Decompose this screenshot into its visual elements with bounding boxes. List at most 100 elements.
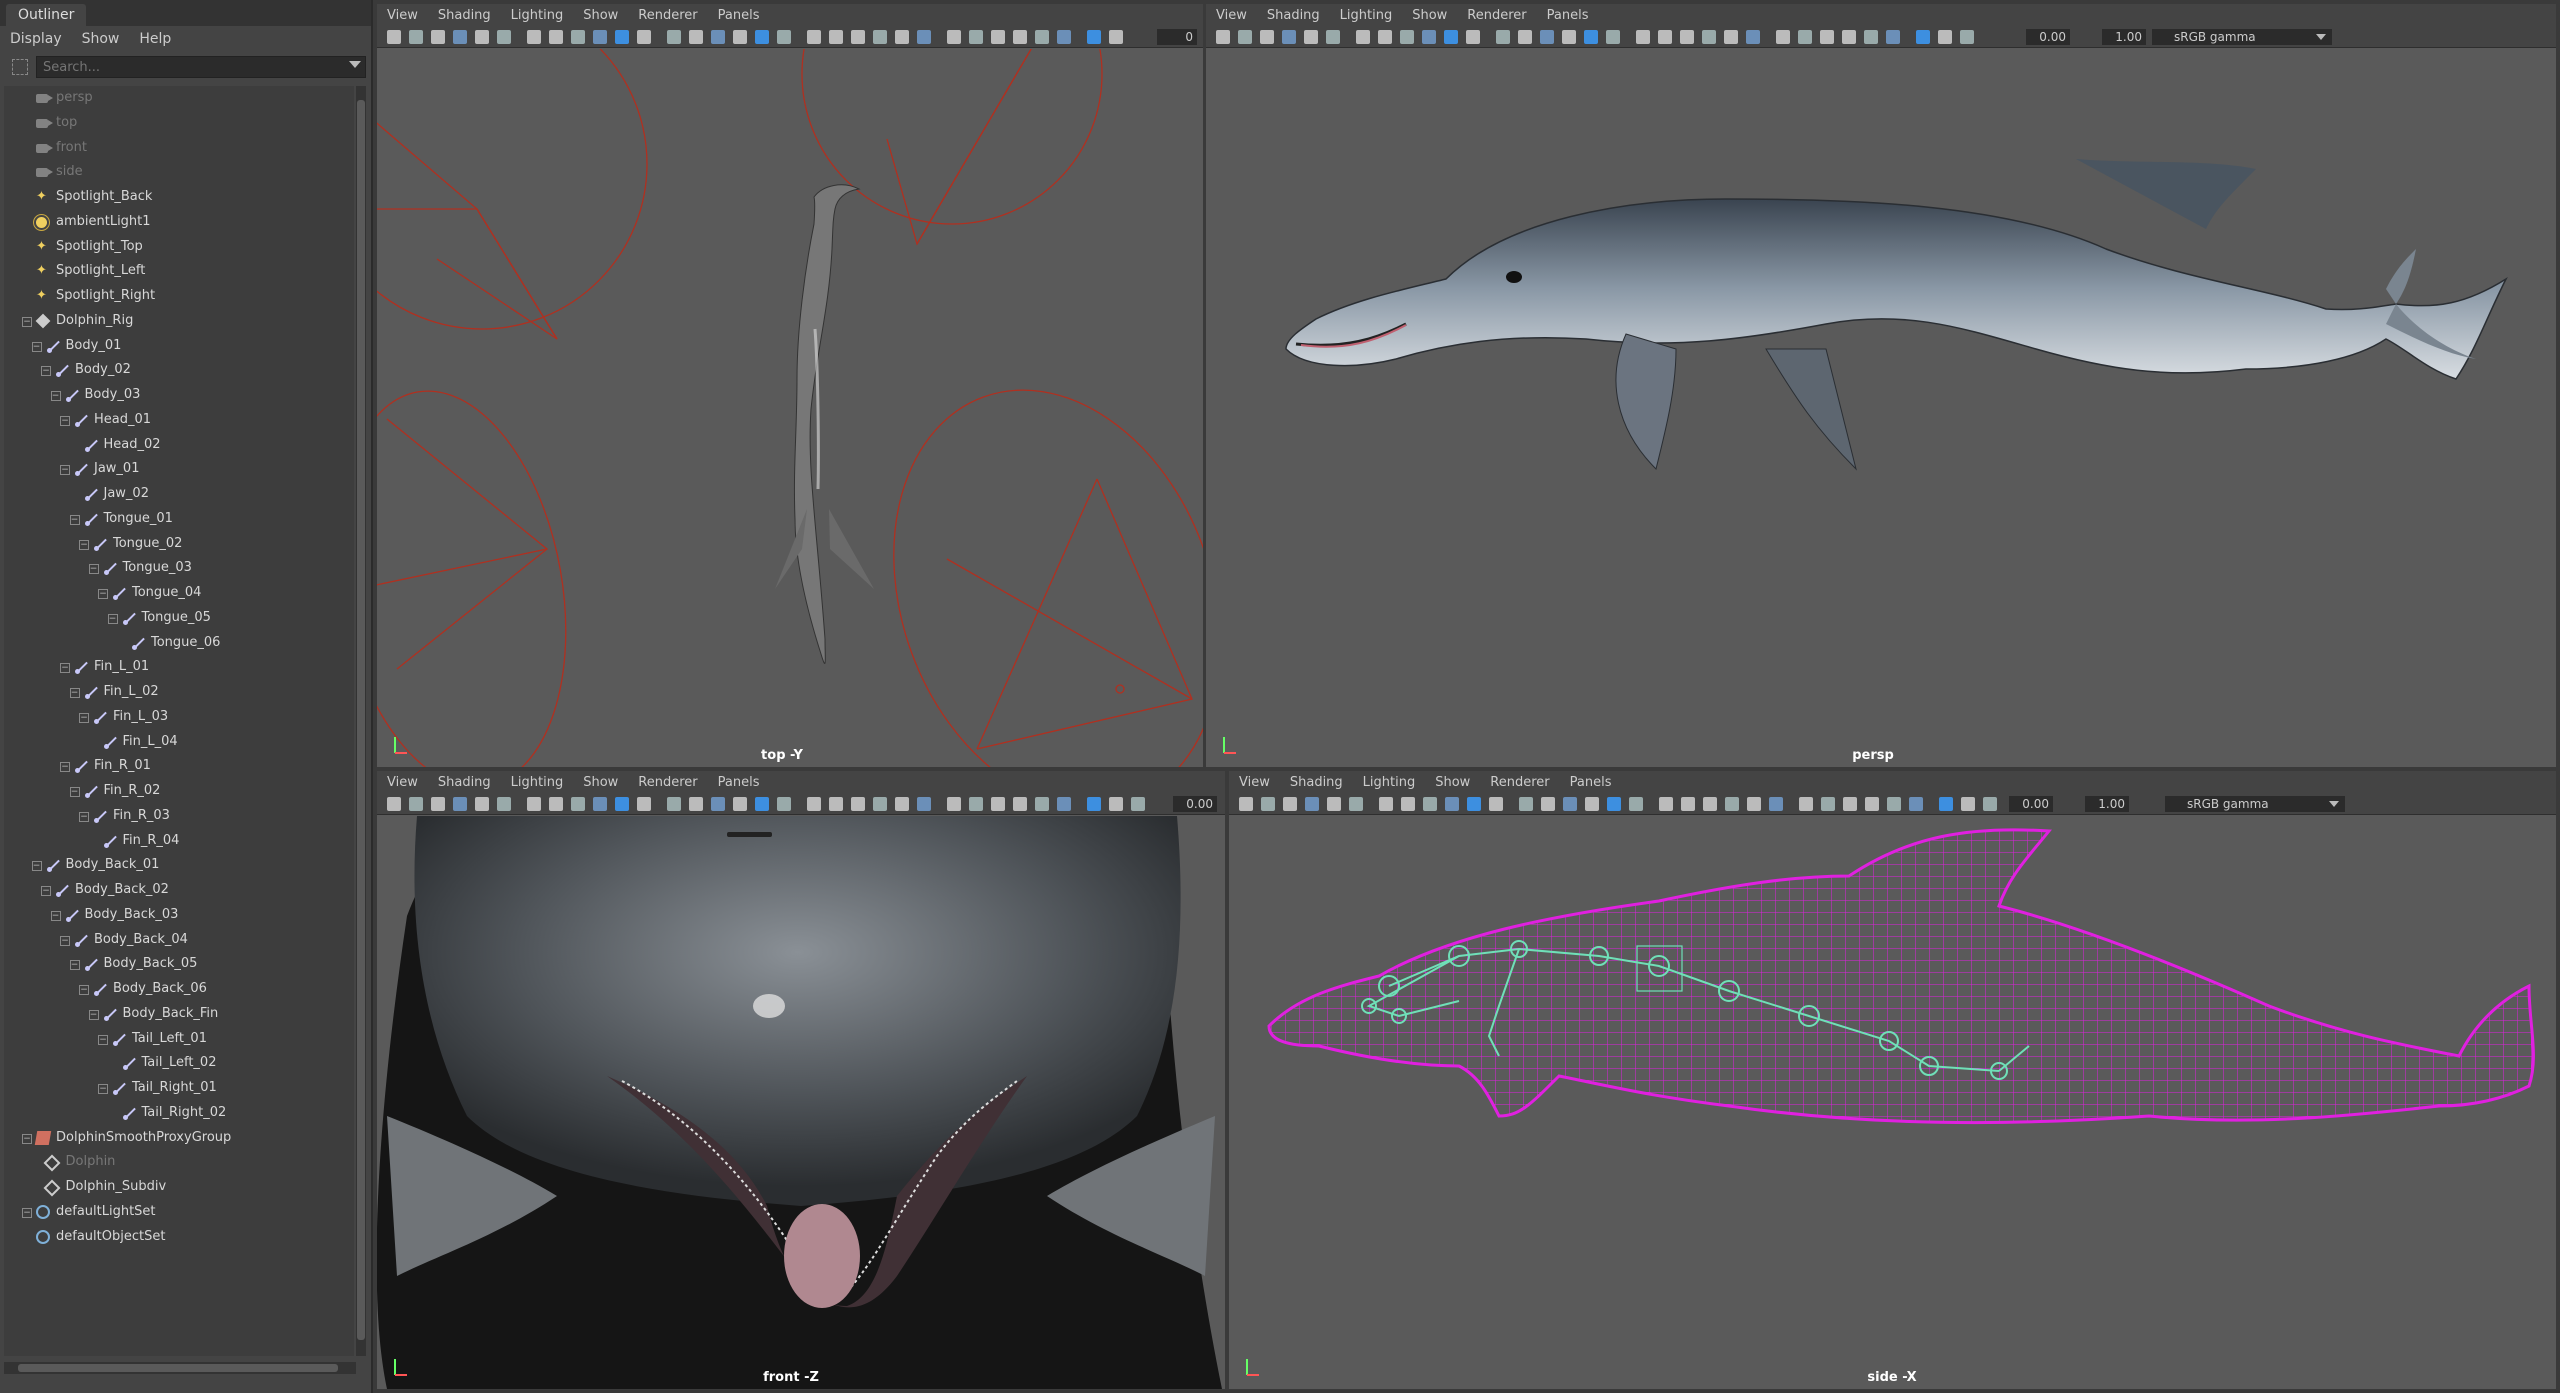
toolbar-icon[interactable] xyxy=(873,30,887,44)
outliner-item[interactable]: − Body_03 xyxy=(4,383,354,408)
menu-renderer[interactable]: Renderer xyxy=(638,8,697,23)
outliner-item[interactable]: − DolphinSmoothProxyGroup xyxy=(4,1126,354,1151)
toolbar-icon[interactable] xyxy=(969,797,983,811)
toolbar-icon[interactable] xyxy=(1283,797,1297,811)
toolbar-icon[interactable] xyxy=(1681,797,1695,811)
toolbar-icon[interactable] xyxy=(1304,30,1318,44)
outliner-item[interactable]: side xyxy=(4,160,354,185)
toolbar-icon[interactable] xyxy=(917,797,931,811)
exposure-field[interactable]: 0.00 xyxy=(1173,796,1217,812)
toolbar-icon[interactable] xyxy=(1606,30,1620,44)
toolbar-icon[interactable] xyxy=(1518,30,1532,44)
collapse-toggle-icon[interactable]: − xyxy=(88,564,99,575)
outliner-item[interactable]: − Tail_Right_01 xyxy=(4,1076,354,1101)
toolbar-icon[interactable] xyxy=(1983,797,1997,811)
outliner-item[interactable]: − defaultLightSet xyxy=(4,1200,354,1225)
outliner-item[interactable]: front xyxy=(4,136,354,161)
menu-show[interactable]: Show xyxy=(1412,8,1447,23)
menu-show[interactable]: Show xyxy=(583,8,618,23)
outliner-item[interactable]: defaultObjectSet xyxy=(4,1225,354,1250)
toolbar-icon[interactable] xyxy=(1519,797,1533,811)
menu-panels[interactable]: Panels xyxy=(718,775,760,790)
toolbar-icon[interactable] xyxy=(991,30,1005,44)
toolbar-icon[interactable] xyxy=(1821,797,1835,811)
color-space-dropdown[interactable]: sRGB gamma xyxy=(2152,29,2332,45)
toolbar-icon[interactable] xyxy=(829,30,843,44)
outliner-item[interactable]: − Body_Back_06 xyxy=(4,977,354,1002)
collapse-toggle-icon[interactable]: − xyxy=(98,1084,108,1094)
toolbar-icon[interactable] xyxy=(991,797,1005,811)
collapse-toggle-icon[interactable]: − xyxy=(79,539,89,550)
toolbar-icon[interactable] xyxy=(549,30,563,44)
outliner-item[interactable]: − Fin_R_03 xyxy=(4,804,354,829)
outliner-item[interactable]: − Tongue_03 xyxy=(4,556,354,581)
menu-renderer[interactable]: Renderer xyxy=(638,775,697,790)
menu-lighting[interactable]: Lighting xyxy=(1340,8,1393,23)
scrollbar-thumb[interactable] xyxy=(357,100,365,1340)
outliner-item[interactable]: − Body_02 xyxy=(4,358,354,383)
toolbar-icon[interactable] xyxy=(1887,797,1901,811)
toolbar-icon[interactable] xyxy=(1746,30,1760,44)
toolbar-icon[interactable] xyxy=(1865,797,1879,811)
toolbar-icon[interactable] xyxy=(1820,30,1834,44)
toolbar-icon[interactable] xyxy=(409,30,423,44)
field-value[interactable]: 0 xyxy=(1157,29,1197,45)
outliner-item[interactable]: − Fin_L_03 xyxy=(4,705,354,730)
toolbar-icon[interactable] xyxy=(667,797,681,811)
scrollbar-thumb[interactable] xyxy=(18,1364,338,1372)
collapse-toggle-icon[interactable]: − xyxy=(31,341,42,352)
toolbar-icon[interactable] xyxy=(829,797,843,811)
toolbar-icon[interactable] xyxy=(497,797,511,811)
menu-show[interactable]: Show xyxy=(583,775,618,790)
collapse-toggle-icon[interactable]: − xyxy=(69,787,80,797)
viewport-side[interactable]: View Shading Lighting Show Renderer Pane… xyxy=(1229,771,2556,1389)
toolbar-icon[interactable] xyxy=(1467,797,1481,811)
menu-panels[interactable]: Panels xyxy=(1547,8,1589,23)
outliner-item[interactable]: − Body_Back_01 xyxy=(4,853,354,878)
toolbar-icon[interactable] xyxy=(1239,797,1253,811)
toolbar-icon[interactable] xyxy=(497,30,511,44)
viewport-canvas[interactable] xyxy=(377,49,1203,767)
outliner-item[interactable]: − Body_Back_Fin xyxy=(4,1002,354,1027)
search-input[interactable] xyxy=(36,56,366,78)
collapse-toggle-icon[interactable]: − xyxy=(69,960,80,971)
toolbar-icon[interactable] xyxy=(1057,30,1071,44)
outliner-item[interactable]: − Tail_Left_01 xyxy=(4,1027,354,1052)
toolbar-icon[interactable] xyxy=(1939,797,1953,811)
outliner-item[interactable]: Dolphin xyxy=(4,1150,354,1175)
toolbar-icon[interactable] xyxy=(571,30,585,44)
toolbar-icon[interactable] xyxy=(1747,797,1761,811)
toolbar-icon[interactable] xyxy=(1445,797,1459,811)
collapse-toggle-icon[interactable]: − xyxy=(31,861,42,872)
toolbar-icon[interactable] xyxy=(777,797,791,811)
toolbar-icon[interactable] xyxy=(1563,797,1577,811)
outliner-item[interactable]: − Tongue_02 xyxy=(4,532,354,557)
collapse-toggle-icon[interactable]: − xyxy=(60,663,70,674)
menu-view[interactable]: View xyxy=(387,8,418,23)
menu-display[interactable]: Display xyxy=(10,31,62,47)
toolbar-icon[interactable] xyxy=(1636,30,1650,44)
toolbar-icon[interactable] xyxy=(1466,30,1480,44)
collapse-toggle-icon[interactable]: − xyxy=(60,465,70,476)
toolbar-icon[interactable] xyxy=(1541,797,1555,811)
toolbar-icon[interactable] xyxy=(733,30,747,44)
toolbar-icon[interactable] xyxy=(1087,797,1101,811)
menu-lighting[interactable]: Lighting xyxy=(511,8,564,23)
outliner-item[interactable]: Tail_Right_02 xyxy=(4,1101,354,1126)
toolbar-icon[interactable] xyxy=(755,797,769,811)
collapse-toggle-icon[interactable]: − xyxy=(79,985,89,995)
toolbar-icon[interactable] xyxy=(1798,30,1812,44)
outliner-item[interactable]: − Dolphin_Rig xyxy=(4,309,354,334)
toolbar-icon[interactable] xyxy=(1886,30,1900,44)
collapse-toggle-icon[interactable]: − xyxy=(41,366,51,377)
toolbar-icon[interactable] xyxy=(807,797,821,811)
toolbar-icon[interactable] xyxy=(947,30,961,44)
outliner-item[interactable]: Fin_R_04 xyxy=(4,829,354,854)
outliner-item[interactable]: − Jaw_01 xyxy=(4,457,354,482)
toolbar-icon[interactable] xyxy=(895,30,909,44)
collapse-toggle-icon[interactable]: − xyxy=(107,613,118,624)
outliner-item[interactable]: ambientLight1 xyxy=(4,210,354,235)
toolbar-icon[interactable] xyxy=(1562,30,1576,44)
color-space-dropdown[interactable]: sRGB gamma xyxy=(2165,796,2345,812)
toolbar-icon[interactable] xyxy=(1422,30,1436,44)
